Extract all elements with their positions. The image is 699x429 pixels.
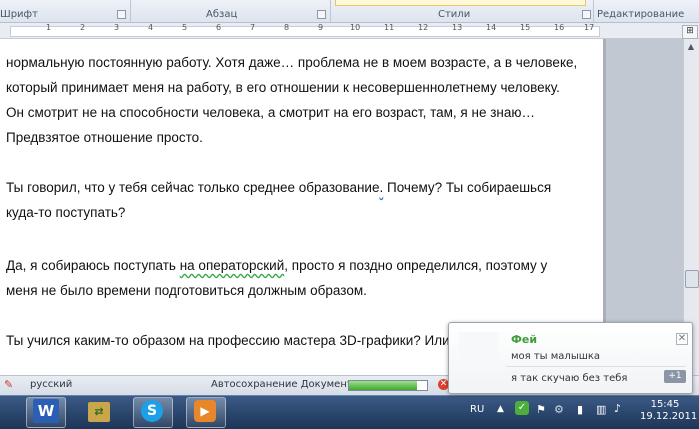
unread-count-badge[interactable]: +1 [664,370,686,383]
ruler-tick: 10 [350,23,361,32]
clock-date: 19.12.2011 [640,411,698,422]
ruler-tick: 5 [182,23,188,32]
styles-gallery[interactable] [335,0,586,6]
ruler-tick: 6 [216,23,222,32]
tray-settings-icon[interactable]: ⚙ [554,403,564,416]
message-text: я так скучаю без тебя [511,373,628,384]
spellcheck-icon[interactable]: ✎ [4,379,16,391]
paragraph-line: Да, я собираюсь поступать на операторски… [6,258,547,273]
view-ruler-button[interactable]: ⊞ [682,25,698,39]
ribbon-group-editing-label: Редактирование [597,9,685,20]
line-segment: Ты говорил, что у тебя сейчас только сре… [6,180,380,195]
avatar [459,332,499,372]
ruler-tick: 12 [418,23,429,32]
clock-time: 15:45 [650,399,680,410]
sender-name[interactable]: Фей [511,333,537,346]
ruler-tick: 15 [520,23,531,32]
ruler-tick: 14 [486,23,497,32]
horizontal-ruler[interactable]: 1 2 3 4 5 6 7 8 9 10 11 12 13 14 15 16 1… [0,23,699,39]
grammar-error-mark[interactable]: на операторский [180,258,285,273]
ribbon-group-styles-label: Стили [438,9,471,20]
tray-network-icon[interactable]: ▥ [596,403,606,416]
tray-volume-icon[interactable]: ♪ [614,402,621,415]
paragraph-line: нормальную постоянную работу. Хотя даже…… [6,55,578,70]
media-player-icon: ▶ [194,400,216,422]
ribbon: Шрифт Абзац Стили Редактирование [0,0,699,23]
line-segment: Да, я собираюсь поступать [6,258,180,273]
paragraph-line: Ты говорил, что у тебя сейчас только сре… [6,180,551,195]
ruler-tick: 2 [80,23,86,32]
ruler-tick: 11 [384,23,395,32]
message-text: моя ты малышка [511,351,601,362]
ruler-tick: 8 [284,23,290,32]
ruler-tick: 7 [250,23,256,32]
paragraph-line: Предвзятое отношение просто. [6,130,203,145]
close-icon[interactable]: ✕ [676,333,688,345]
ruler-tick: 9 [318,23,324,32]
network-app-icon: ⇄ [88,402,110,422]
line-segment: , просто я поздно определился, поэтому у [284,258,548,273]
ruler-tick: 1 [46,23,52,32]
tray-flag-icon[interactable]: ⚑ [536,403,546,416]
autosave-label: Автосохранение Документ1: [211,379,363,390]
ribbon-group-font-label: Шрифт [0,9,38,20]
ruler-tick: 16 [554,23,565,32]
skype-app-icon: S [141,400,163,422]
tray-battery-icon[interactable]: ▮ [577,403,583,416]
divider [506,366,686,367]
ruler-tick: 4 [148,23,154,32]
paragraph-line: куда-то поступать? [6,205,126,220]
ribbon-group-paragraph-label: Абзац [206,9,238,20]
paragraph-line: Ты учился каким-то образом на профессию … [6,333,477,348]
line-segment: Почему? Ты собираешься [383,180,552,195]
font-dialog-launcher[interactable] [117,10,126,19]
paragraph-line: меня не было времени подготовиться должн… [6,283,367,298]
ruler-text-area [10,26,600,37]
scrollbar-thumb[interactable] [685,270,699,288]
ruler-tick: 13 [452,23,463,32]
system-clock[interactable]: 15:45 19.12.2011 [640,399,698,423]
ruler-tick: 3 [114,23,120,32]
language-indicator[interactable]: русский [30,379,72,390]
ruler-tick: 17 [584,23,595,32]
keyboard-language[interactable]: RU [470,404,484,415]
tray-app-icon[interactable]: ✓ [515,401,529,415]
paragraph-line: который принимает меня на работу, в его … [6,80,560,95]
tray-arrow-icon[interactable]: ▲ [497,404,504,414]
paragraph-line: Он смотрит не на способности человека, а… [6,105,535,120]
styles-dialog-launcher[interactable] [582,10,591,19]
scroll-up-arrow-icon[interactable]: ▲ [685,42,697,52]
paragraph-dialog-launcher[interactable] [317,10,326,19]
autosave-progress-fill [349,381,417,390]
word-app-icon: W [33,399,59,423]
